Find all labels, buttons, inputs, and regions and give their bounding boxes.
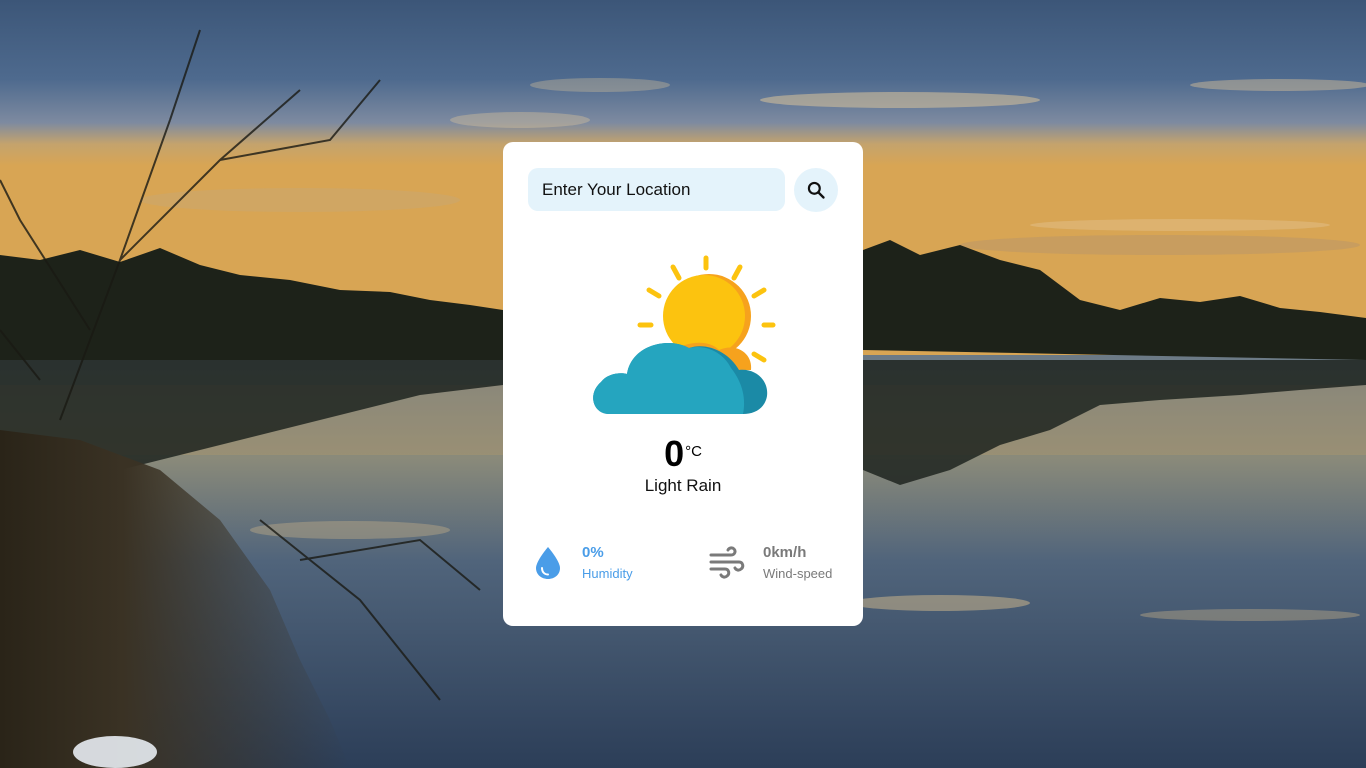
search-icon — [807, 181, 825, 199]
search-button[interactable] — [794, 168, 838, 212]
humidity-label: Humidity — [582, 566, 633, 581]
temperature-display: 0°C — [503, 434, 863, 474]
humidity-stat: 0% Humidity — [535, 542, 675, 586]
partly-cloudy-icon — [593, 255, 776, 414]
wind-speed-value: 0km/h — [763, 544, 807, 561]
weather-card: 0°C Light Rain 0% Humidity 0km/h Wind-sp… — [503, 142, 863, 626]
water-drop-icon — [536, 547, 560, 579]
temperature-value: 0 — [664, 433, 685, 474]
temperature-unit: °C — [685, 443, 702, 460]
wind-speed-stat: 0km/h Wind-speed — [709, 542, 849, 586]
wind-speed-label: Wind-speed — [763, 566, 833, 581]
weather-condition: Light Rain — [644, 476, 722, 495]
humidity-value: 0% — [582, 544, 604, 561]
search-bar — [528, 168, 838, 212]
location-search-input[interactable] — [528, 168, 785, 211]
wind-icon — [709, 546, 745, 579]
